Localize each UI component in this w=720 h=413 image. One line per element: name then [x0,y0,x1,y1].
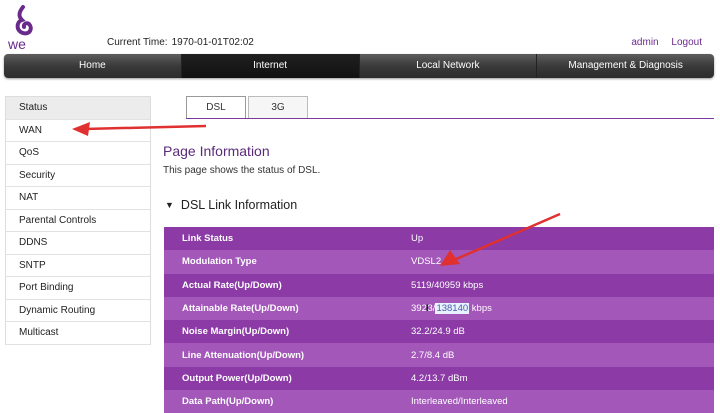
nav-local-network[interactable]: Local Network [360,54,538,78]
svg-text:we: we [7,36,26,52]
user-links: admin Logout [621,37,702,48]
row-value-attainable-rate: 392I3/138140 kbps [394,297,714,320]
selected-text: 138140 [435,303,470,315]
table-row: Modulation Type VDSL2 [164,250,714,274]
row-label: Line Attenuation(Up/Down) [182,349,305,361]
row-label: Noise Margin(Up/Down) [182,326,290,338]
row-value: 32.2/24.9 dB [411,326,465,338]
table-row: Noise Margin(Up/Down) 32.2/24.9 dB [164,320,714,344]
page-title: Page Information [163,143,270,159]
table-row: Output Power(Up/Down) 4.2/13.7 dBm [164,366,714,391]
sidebar-item-nat[interactable]: NAT [6,187,150,210]
row-value: 4.2/13.7 dBm [411,372,468,384]
row-value: 5119/40959 kbps [411,279,484,291]
sidebar: Status WAN QoS Security NAT Parental Con… [5,96,151,345]
sidebar-item-sntp[interactable]: SNTP [6,254,150,277]
tab-dsl[interactable]: DSL [186,96,246,119]
row-value: Up [411,233,424,245]
sidebar-item-status[interactable]: Status [6,97,150,120]
row-label: Output Power(Up/Down) [182,372,292,384]
row-value: VDSL2 [411,256,442,268]
row-label: Link Status [182,233,234,245]
table-row: Actual Rate(Up/Down) 5119/40959 kbps [164,273,714,297]
sidebar-item-wan[interactable]: WAN [6,119,150,142]
value-prefix: 392 [411,303,427,315]
row-value: 2.7/8.4 dB [411,349,455,361]
collapse-triangle-icon[interactable]: ▼ [165,200,174,210]
current-time: Current Time: 1970-01-01T02:02 [107,37,254,48]
sidebar-item-port-binding[interactable]: Port Binding [6,277,150,300]
sidebar-item-security[interactable]: Security [6,164,150,187]
value-suffix: kbps [469,303,492,315]
logout-link[interactable]: Logout [671,37,702,48]
table-row: Line Attenuation(Up/Down) 2.7/8.4 dB [164,343,714,367]
section-title: DSL Link Information [180,198,298,212]
sidebar-item-dynamic-routing[interactable]: Dynamic Routing [6,299,150,322]
admin-link[interactable]: admin [631,37,658,48]
tab-3g[interactable]: 3G [248,96,308,118]
dsl-link-table: Link Status Up Modulation Type VDSL2 Act… [164,227,714,413]
tab-bar: DSL 3G [186,96,310,119]
row-label: Attainable Rate(Up/Down) [182,303,299,315]
sidebar-item-parental-controls[interactable]: Parental Controls [6,209,150,232]
table-row: Link Status Up [164,227,714,251]
row-label: Modulation Type [182,256,257,268]
row-label: Actual Rate(Up/Down) [182,279,282,291]
tab-divider [186,118,714,119]
sidebar-item-qos[interactable]: QoS [6,142,150,165]
table-row: Attainable Rate(Up/Down) 392I3/138140 kb… [164,296,714,321]
sidebar-item-ddns[interactable]: DDNS [6,232,150,255]
current-time-value: 1970-01-01T02:02 [171,37,254,48]
sidebar-item-multicast[interactable]: Multicast [6,322,150,345]
nav-internet[interactable]: Internet [181,54,360,78]
nav-management-diagnosis[interactable]: Management & Diagnosis [537,54,714,78]
nav-home[interactable]: Home [4,54,182,78]
page-description: This page shows the status of DSL. [163,165,321,176]
we-logo: we [7,5,33,52]
main-nav: Home Internet Local Network Management &… [4,54,714,78]
section-header-dsl-link[interactable]: ▼ DSL Link Information [165,198,297,212]
current-time-label: Current Time: [107,37,168,48]
